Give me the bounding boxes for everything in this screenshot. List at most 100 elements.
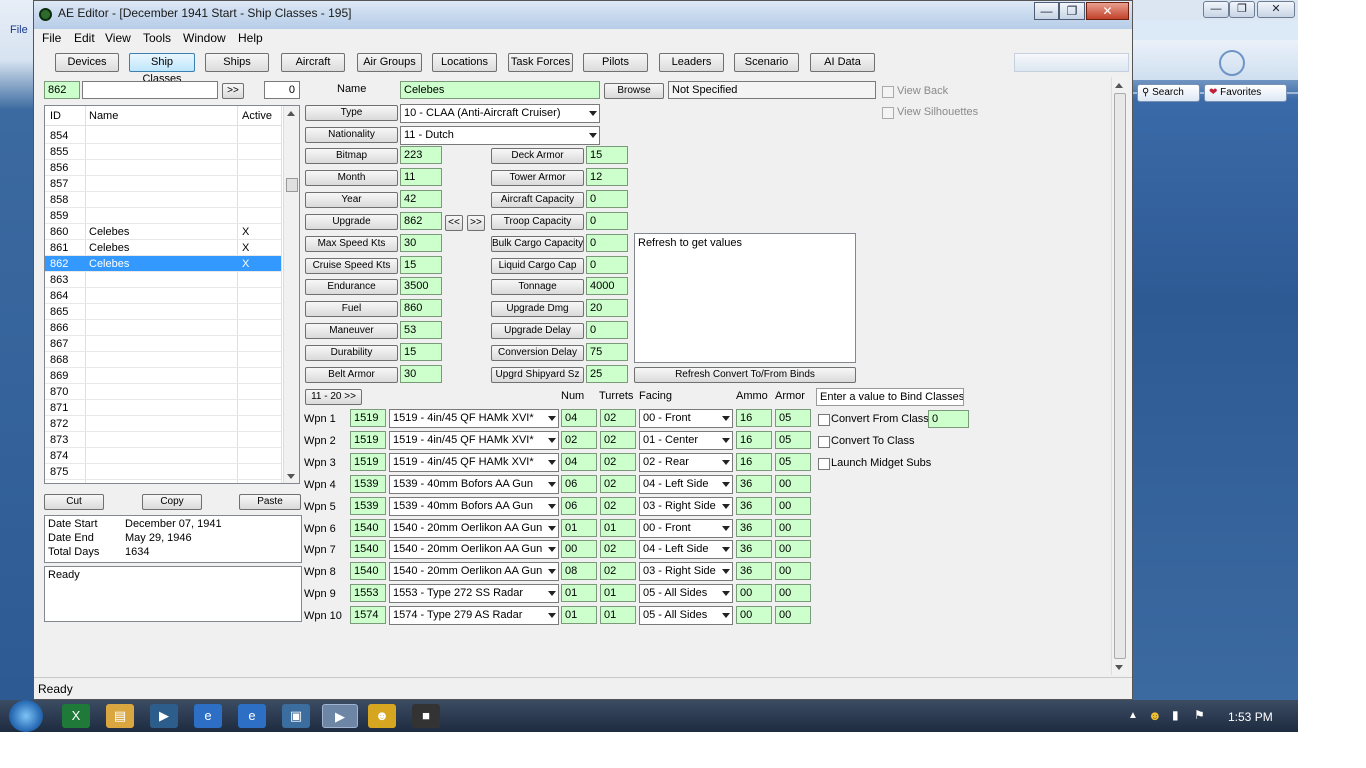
browse-button[interactable]: Browse xyxy=(604,83,664,99)
weapon-device-dropdown[interactable]: 1539 - 40mm Bofors AA Gun xyxy=(389,474,559,494)
weapon-facing-dropdown[interactable]: 05 - All Sides xyxy=(639,606,733,626)
menu-file[interactable]: File xyxy=(42,31,61,45)
tab-ships[interactable]: Ships xyxy=(205,53,269,72)
weapon-turrets[interactable]: 01 xyxy=(600,606,636,625)
list-item[interactable]: 867 xyxy=(45,336,281,352)
browser-search-button[interactable]: ⚲ Search xyxy=(1137,84,1200,102)
list-item[interactable]: 871 xyxy=(45,400,281,416)
field-button-bulk-cargo-capacity[interactable]: Bulk Cargo Capacity xyxy=(491,235,584,252)
field-value-bitmap[interactable]: 223 xyxy=(400,146,442,164)
field-button-bitmap[interactable]: Bitmap xyxy=(305,148,398,164)
weapon-armor[interactable]: 00 xyxy=(775,474,811,493)
weapon-facing-dropdown[interactable]: 02 - Rear xyxy=(639,452,733,472)
column-header-id[interactable]: ID xyxy=(50,110,61,122)
list-item[interactable]: 866 xyxy=(45,320,281,336)
weapon-turrets[interactable]: 02 xyxy=(600,540,636,559)
clock[interactable]: 1:53 PM xyxy=(1228,710,1273,724)
weapon-facing-dropdown[interactable]: 00 - Front xyxy=(639,409,733,428)
weapon-device-dropdown[interactable]: 1540 - 20mm Oerlikon AA Gun xyxy=(389,518,559,538)
weapon-turrets[interactable]: 01 xyxy=(600,518,636,537)
menu-view[interactable]: View xyxy=(105,31,131,45)
field-button-tonnage[interactable]: Tonnage xyxy=(491,279,584,296)
paste-button[interactable]: Paste xyxy=(239,494,301,510)
upgrade-next-button[interactable]: >> xyxy=(467,215,485,231)
list-item[interactable]: 859 xyxy=(45,208,281,224)
form-scrollbar[interactable] xyxy=(1111,77,1128,675)
weapon-facing-dropdown[interactable]: 04 - Left Side xyxy=(639,474,733,494)
field-value-month[interactable]: 11 xyxy=(400,167,442,186)
field-value-deck-armor[interactable]: 15 xyxy=(586,146,628,164)
weapon-device-dropdown[interactable]: 1574 - Type 279 AS Radar xyxy=(389,606,559,626)
list-item[interactable]: 860 Celebes X xyxy=(45,224,281,240)
maximize-button[interactable]: ❐ xyxy=(1059,2,1085,20)
tray-smiley-icon[interactable]: ☻ xyxy=(1148,708,1162,723)
browser-favorites-button[interactable]: ❤ Favorites xyxy=(1204,84,1287,102)
active-app-taskbar-icon[interactable]: ▶ xyxy=(322,704,358,728)
field-value-fuel[interactable]: 860 xyxy=(400,299,442,318)
weapon-facing-dropdown[interactable]: 00 - Front xyxy=(639,518,733,538)
explorer-taskbar-icon[interactable]: ▤ xyxy=(106,704,134,728)
column-header-active[interactable]: Active xyxy=(242,110,272,122)
weapon-ammo[interactable]: 36 xyxy=(736,496,772,515)
weapon-armor[interactable]: 05 xyxy=(775,430,811,449)
weapon-device-dropdown[interactable]: 1540 - 20mm Oerlikon AA Gun xyxy=(389,540,559,560)
midget-subs-checkbox[interactable] xyxy=(818,458,830,470)
weapon-device-dropdown[interactable]: 1540 - 20mm Oerlikon AA Gun xyxy=(389,562,559,582)
field-button-belt-armor[interactable]: Belt Armor xyxy=(305,367,398,383)
list-item[interactable]: 861 Celebes X xyxy=(45,240,281,256)
list-item[interactable]: 855 xyxy=(45,144,281,160)
convert-from-value[interactable]: 0 xyxy=(928,410,969,428)
field-button-liquid-cargo-cap[interactable]: Liquid Cargo Cap xyxy=(491,257,584,274)
weapon-armor[interactable]: 00 xyxy=(775,562,811,581)
weapon-num[interactable]: 01 xyxy=(561,518,597,537)
weapon-code[interactable]: 1519 xyxy=(350,409,386,427)
field-button-conversion-delay[interactable]: Conversion Delay xyxy=(491,345,584,362)
list-item[interactable]: 862 Celebes X xyxy=(45,256,281,272)
weapon-device-dropdown[interactable]: 1519 - 4in/45 QF HAMk XVI* xyxy=(389,430,559,450)
weapon-ammo[interactable]: 36 xyxy=(736,562,772,581)
weapon-num[interactable]: 01 xyxy=(561,584,597,603)
game-taskbar-icon[interactable]: ■ xyxy=(412,704,440,728)
excel-taskbar-icon[interactable]: X xyxy=(62,704,90,728)
name-search-field[interactable] xyxy=(82,81,218,99)
list-item[interactable]: 863 xyxy=(45,272,281,288)
tab-air-groups[interactable]: Air Groups xyxy=(357,53,422,72)
ie-second-taskbar-icon[interactable]: e xyxy=(238,704,266,728)
list-scroll-thumb[interactable] xyxy=(286,178,298,192)
list-item[interactable]: 870 xyxy=(45,384,281,400)
smiley-taskbar-icon[interactable]: ☻ xyxy=(368,704,396,728)
network-icon[interactable]: ▮ xyxy=(1172,708,1179,722)
scroll-down-icon[interactable] xyxy=(1115,665,1123,670)
field-value-durability[interactable]: 15 xyxy=(400,343,442,362)
bg-close-button[interactable]: ✕ xyxy=(1257,1,1295,18)
field-value-max-speed-kts[interactable]: 30 xyxy=(400,233,442,252)
weapon-armor[interactable]: 00 xyxy=(775,540,811,559)
list-item[interactable]: 857 xyxy=(45,176,281,192)
copy-button[interactable]: Copy xyxy=(142,494,202,510)
scroll-down-icon[interactable] xyxy=(287,474,295,479)
scroll-up-icon[interactable] xyxy=(1115,83,1123,88)
view-back-checkbox[interactable] xyxy=(882,86,894,98)
media-taskbar-icon[interactable]: ▶ xyxy=(150,704,178,728)
list-item[interactable]: 864 xyxy=(45,288,281,304)
list-item[interactable]: 858 xyxy=(45,192,281,208)
field-button-endurance[interactable]: Endurance xyxy=(305,279,398,296)
ie-taskbar-icon[interactable]: e xyxy=(194,704,222,728)
field-button-deck-armor[interactable]: Deck Armor xyxy=(491,148,584,164)
list-scrollbar[interactable] xyxy=(283,106,299,483)
field-value-upgrade-dmg[interactable]: 20 xyxy=(586,299,628,318)
weapon-armor[interactable]: 00 xyxy=(775,584,811,603)
field-value-conversion-delay[interactable]: 75 xyxy=(586,343,628,362)
weapon-ammo[interactable]: 00 xyxy=(736,606,772,625)
weapon-num[interactable]: 08 xyxy=(561,562,597,581)
field-button-durability[interactable]: Durability xyxy=(305,345,398,362)
weapon-code[interactable]: 1553 xyxy=(350,584,386,603)
weapon-num[interactable]: 06 xyxy=(561,496,597,515)
field-button-upgrade-dmg[interactable]: Upgrade Dmg xyxy=(491,301,584,318)
weapon-device-dropdown[interactable]: 1539 - 40mm Bofors AA Gun xyxy=(389,496,559,516)
scroll-up-icon[interactable] xyxy=(287,111,295,116)
weapon-ammo[interactable]: 16 xyxy=(736,430,772,449)
bg-minimize-button[interactable]: — xyxy=(1203,1,1229,18)
weapon-ammo[interactable]: 16 xyxy=(736,409,772,427)
field-button-aircraft-capacity[interactable]: Aircraft Capacity xyxy=(491,191,584,208)
